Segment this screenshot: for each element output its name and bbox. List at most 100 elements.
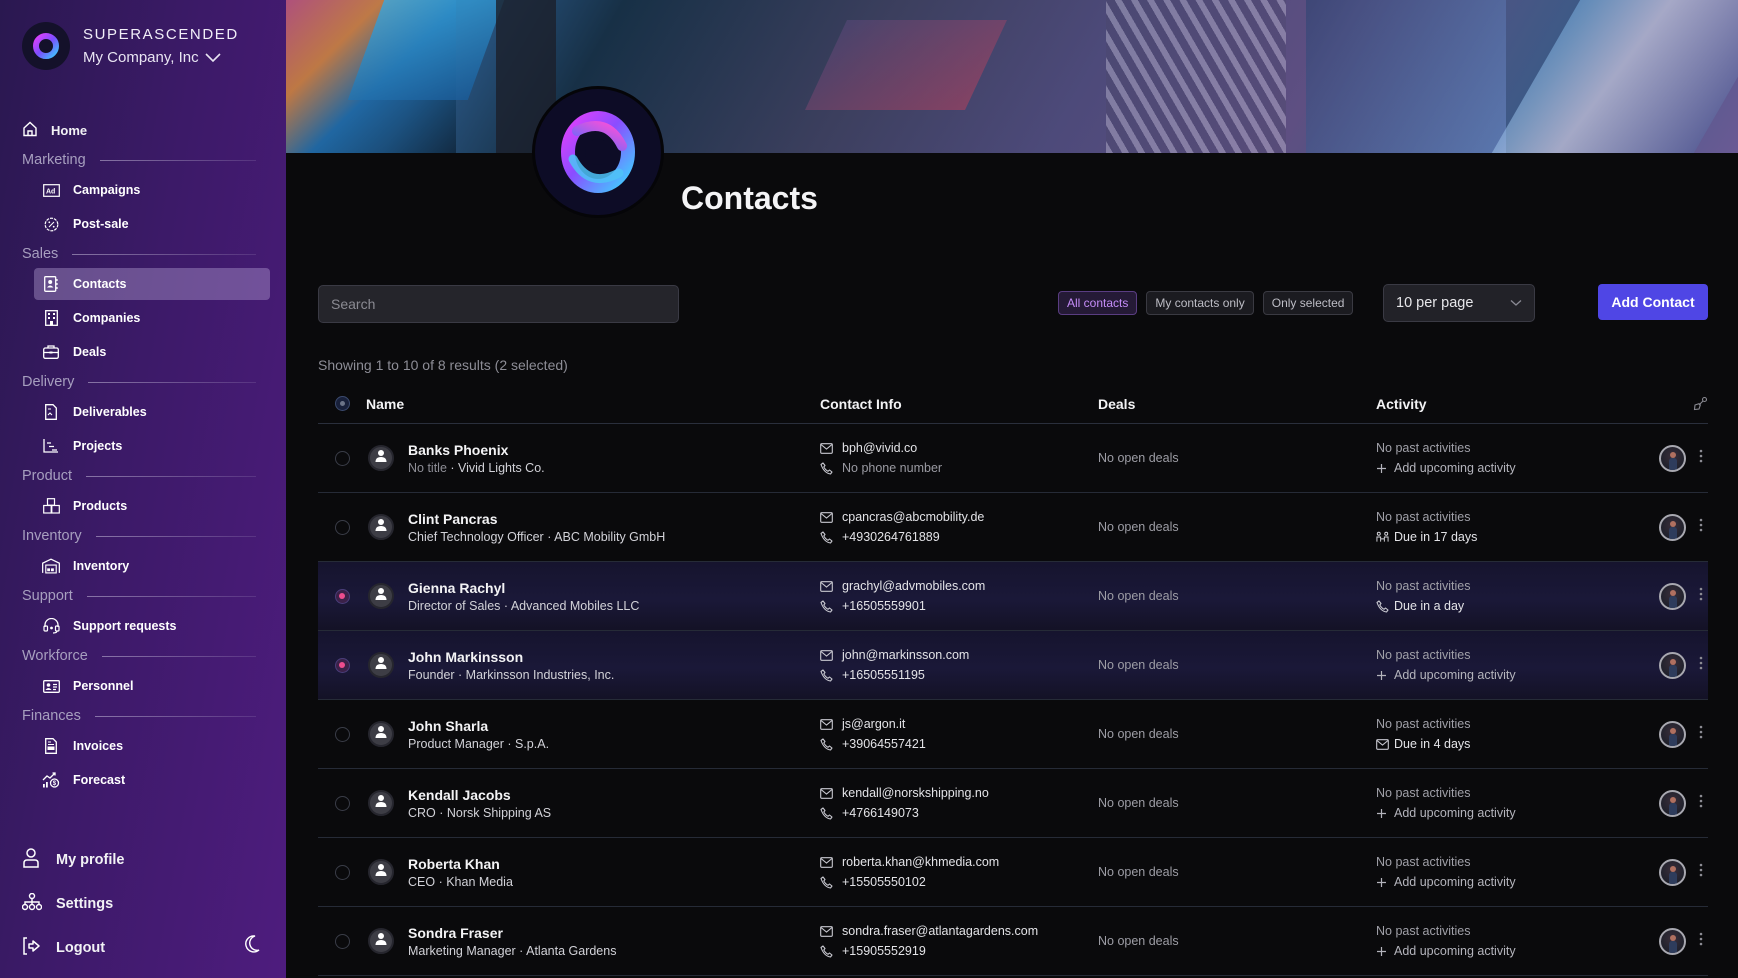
add-upcoming-activity-button[interactable]: Add upcoming activity	[1376, 941, 1651, 961]
row-menu-button[interactable]	[1693, 863, 1708, 882]
contact-email[interactable]: bph@vivid.co	[842, 441, 917, 455]
row-menu-button[interactable]	[1693, 932, 1708, 951]
row-menu-button[interactable]	[1693, 725, 1708, 744]
contact-company[interactable]: ABC Mobility GmbH	[554, 530, 665, 544]
contact-phone[interactable]: +4766149073	[842, 806, 919, 820]
sidebar-item-my-profile[interactable]: My profile	[22, 838, 266, 882]
owner-avatar[interactable]	[1658, 651, 1686, 679]
owner-avatar[interactable]	[1658, 858, 1686, 886]
table-row[interactable]: Banks Phoenix No title · Vivid Lights Co.…	[318, 424, 1708, 493]
contact-name[interactable]: Gienna Rachyl	[408, 580, 639, 596]
contact-email[interactable]: cpancras@abcmobility.de	[842, 510, 984, 524]
filter-only-selected[interactable]: Only selected	[1262, 291, 1354, 315]
sidebar-item-home[interactable]: Home	[0, 118, 286, 142]
sidebar-item-deliverables[interactable]: Deliverables	[34, 396, 270, 428]
sidebar-item-inventory[interactable]: Inventory	[34, 550, 270, 582]
contact-phone[interactable]: +39064557421	[842, 737, 926, 751]
contact-phone[interactable]: No phone number	[842, 461, 942, 475]
add-upcoming-activity-button[interactable]: Add upcoming activity	[1376, 665, 1651, 685]
row-menu-button[interactable]	[1693, 518, 1708, 537]
contact-company[interactable]: S.p.A.	[515, 737, 549, 751]
row-select-checkbox[interactable]	[334, 588, 350, 604]
add-contact-button[interactable]: Add Contact	[1598, 284, 1708, 320]
sidebar-item-deals[interactable]: Deals	[34, 336, 270, 368]
row-menu-button[interactable]	[1693, 794, 1708, 813]
owner-avatar[interactable]	[1658, 789, 1686, 817]
row-select-checkbox[interactable]	[334, 933, 350, 949]
add-upcoming-activity-button[interactable]: Add upcoming activity	[1376, 458, 1651, 478]
row-select-checkbox[interactable]	[334, 864, 350, 880]
contact-phone[interactable]: +16505551195	[842, 668, 925, 682]
row-menu-button[interactable]	[1693, 656, 1708, 675]
sidebar-item-companies[interactable]: Companies	[34, 302, 270, 334]
column-settings-button[interactable]	[1693, 396, 1708, 411]
row-menu-button[interactable]	[1693, 587, 1708, 606]
sidebar-item-personnel[interactable]: Personnel	[34, 670, 270, 702]
sidebar-item-contacts[interactable]: Contacts	[34, 268, 270, 300]
owner-avatar[interactable]	[1658, 513, 1686, 541]
contact-company[interactable]: Vivid Lights Co.	[458, 461, 545, 475]
sidebar-item-projects[interactable]: Projects	[34, 430, 270, 462]
row-select-checkbox[interactable]	[334, 726, 350, 742]
sidebar-item-invoices[interactable]: Invoices	[34, 730, 270, 762]
contact-company[interactable]: Markinsson Industries, Inc.	[466, 668, 615, 682]
company-switcher[interactable]: My Company, Inc	[83, 49, 239, 66]
filter-all-contacts[interactable]: All contacts	[1058, 291, 1138, 315]
contact-company[interactable]: Atlanta Gardens	[526, 944, 616, 958]
contact-name[interactable]: John Sharla	[408, 718, 549, 734]
table-row[interactable]: Sondra Fraser Marketing Manager · Atlanta…	[318, 907, 1708, 976]
per-page-select[interactable]: 10 per page	[1383, 284, 1535, 322]
contact-phone[interactable]: +15505550102	[842, 875, 926, 889]
sidebar-item-forecast[interactable]: $ Forecast	[34, 764, 270, 796]
contact-company[interactable]: Khan Media	[446, 875, 513, 889]
sidebar-item-products[interactable]: Products	[34, 490, 270, 522]
table-row[interactable]: Roberta Khan CEO · Khan Media roberta.khan…	[318, 838, 1708, 907]
sidebar-item-support-requests[interactable]: Support requests	[34, 610, 270, 642]
row-select-checkbox[interactable]	[334, 519, 350, 535]
contact-email[interactable]: sondra.fraser@atlantagardens.com	[842, 924, 1038, 938]
row-select-checkbox[interactable]	[334, 795, 350, 811]
row-menu-button[interactable]	[1693, 449, 1708, 468]
sidebar-item-settings[interactable]: Settings	[21, 882, 266, 926]
sidebar-item-logout[interactable]: Logout	[22, 926, 266, 970]
table-row[interactable]: Clint Pancras Chief Technology Officer · …	[318, 493, 1708, 562]
sidebar-item-post-sale[interactable]: Post-sale	[34, 208, 270, 240]
owner-avatar[interactable]	[1658, 444, 1686, 472]
search-input[interactable]	[318, 285, 679, 323]
row-select-checkbox[interactable]	[334, 450, 350, 466]
contact-name[interactable]: John Markinsson	[408, 649, 614, 665]
contact-email[interactable]: roberta.khan@khmedia.com	[842, 855, 999, 869]
contact-email[interactable]: grachyl@advmobiles.com	[842, 579, 985, 593]
table-row[interactable]: John Sharla Product Manager · S.p.A. js@ar…	[318, 700, 1708, 769]
column-header-contact-info[interactable]: Contact Info	[820, 396, 1098, 412]
contact-name[interactable]: Sondra Fraser	[408, 925, 616, 941]
row-select-checkbox[interactable]	[334, 657, 350, 673]
filter-my-contacts-only[interactable]: My contacts only	[1146, 291, 1254, 315]
contact-company[interactable]: Advanced Mobiles LLC	[511, 599, 640, 613]
contact-email[interactable]: john@markinsson.com	[842, 648, 969, 662]
owner-avatar[interactable]	[1658, 927, 1686, 955]
column-header-name[interactable]: Name	[366, 396, 820, 412]
add-upcoming-activity-button[interactable]: Add upcoming activity	[1376, 872, 1651, 892]
dark-mode-toggle[interactable]	[244, 935, 286, 958]
table-row[interactable]: Kendall Jacobs CRO · Norsk Shipping AS ken…	[318, 769, 1708, 838]
column-header-deals[interactable]: Deals	[1098, 396, 1376, 412]
column-header-activity[interactable]: Activity	[1376, 396, 1651, 412]
contact-name[interactable]: Banks Phoenix	[408, 442, 545, 458]
contact-name[interactable]: Clint Pancras	[408, 511, 665, 527]
contact-name[interactable]: Kendall Jacobs	[408, 787, 551, 803]
contact-phone[interactable]: +16505559901	[842, 599, 926, 613]
contact-name[interactable]: Roberta Khan	[408, 856, 513, 872]
table-row[interactable]: Gienna Rachyl Director of Sales · Advance…	[318, 562, 1708, 631]
contact-phone[interactable]: +15905552919	[842, 944, 926, 958]
contact-phone[interactable]: +4930264761889	[842, 530, 940, 544]
owner-avatar[interactable]	[1658, 582, 1686, 610]
contact-email[interactable]: js@argon.it	[842, 717, 905, 731]
table-row[interactable]: John Markinsson Founder · Markinsson Indu…	[318, 631, 1708, 700]
sidebar-item-campaigns[interactable]: Ad Campaigns	[34, 174, 270, 206]
owner-avatar[interactable]	[1658, 720, 1686, 748]
add-upcoming-activity-button[interactable]: Add upcoming activity	[1376, 803, 1651, 823]
contact-email[interactable]: kendall@norskshipping.no	[842, 786, 989, 800]
contact-company[interactable]: Norsk Shipping AS	[447, 806, 551, 820]
select-all-checkbox[interactable]	[334, 396, 350, 411]
